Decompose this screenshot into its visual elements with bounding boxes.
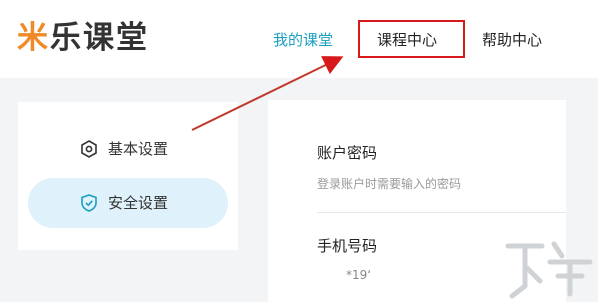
sidebar-item-security-settings[interactable]: 安全设置 <box>28 178 228 228</box>
nav-help-center[interactable]: 帮助中心 <box>482 29 542 51</box>
row-divider <box>317 212 566 213</box>
sidebar-item-label: 基本设置 <box>108 140 169 158</box>
shield-check-icon <box>80 193 98 213</box>
nav-my-classroom[interactable]: 我的课堂 <box>273 29 333 51</box>
logo-accent-char: 米 <box>17 20 50 56</box>
account-password-subtitle: 登录账户时需要输入的密码 <box>317 177 462 191</box>
settings-hex-icon <box>80 139 98 159</box>
phone-number-value: *19‘ <box>346 268 372 282</box>
sidebar-item-basic-settings[interactable]: 基本设置 <box>28 124 228 174</box>
settings-sidebar: 基本设置 安全设置 <box>18 102 238 250</box>
phone-number-title: 手机号码 <box>317 237 378 255</box>
site-logo[interactable]: 米乐课堂 <box>17 16 149 60</box>
watermark-logo-icon <box>505 241 593 299</box>
logo-text: 乐课堂 <box>50 20 149 56</box>
top-header: 米乐课堂 我的课堂 课程中心 帮助中心 <box>0 0 598 78</box>
account-password-title: 账户密码 <box>317 144 378 162</box>
annotation-highlight-box <box>358 20 465 58</box>
sidebar-item-label: 安全设置 <box>108 194 169 212</box>
